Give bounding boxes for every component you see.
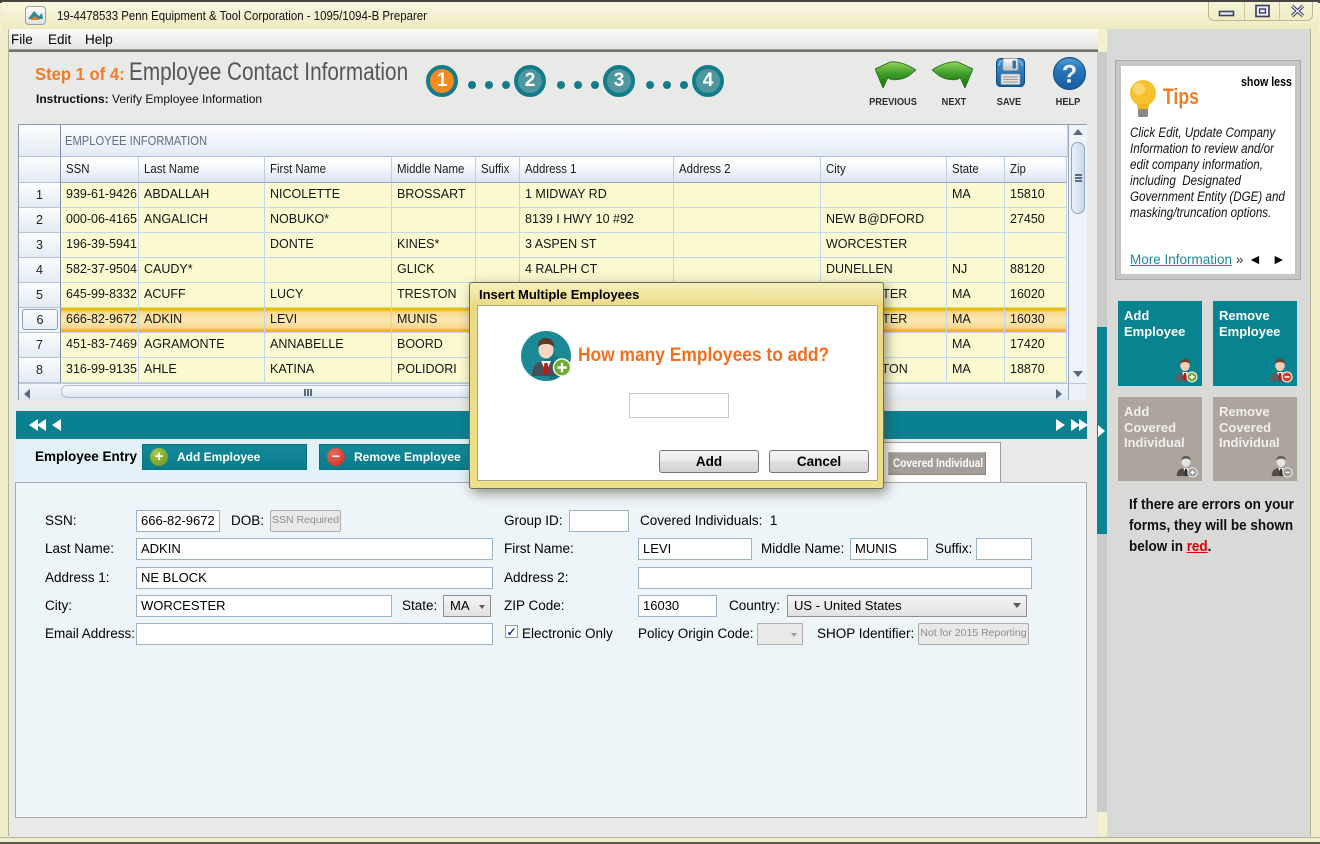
svg-text:?: ? xyxy=(1062,61,1077,89)
